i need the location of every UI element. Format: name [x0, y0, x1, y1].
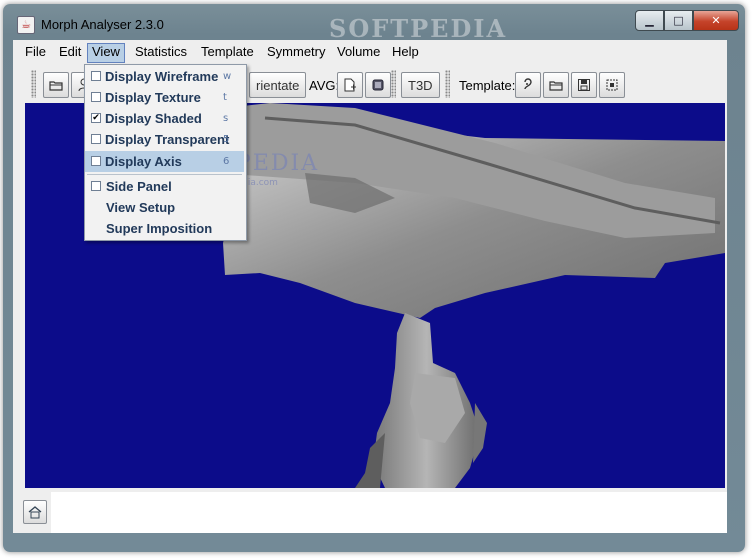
menu-template[interactable]: Template — [197, 44, 258, 62]
menu-item-label: Display Axis — [105, 154, 182, 169]
view-menu-item-side-panel[interactable]: Side Panel — [85, 176, 244, 197]
menu-item-label: View Setup — [106, 200, 176, 215]
close-button[interactable]: ✕ — [693, 10, 739, 31]
avg-save-button[interactable] — [365, 72, 391, 98]
checkbox-unchecked-icon — [91, 71, 101, 81]
menu-item-label: Display Texture — [105, 90, 201, 105]
view-menu-item-display-transparent[interactable]: Display Transparent 5 — [85, 129, 244, 150]
t3d-button[interactable]: T3D — [401, 72, 440, 98]
menu-item-label: Display Shaded — [105, 111, 202, 126]
avg-add-button[interactable] — [337, 72, 363, 98]
open-folder-button[interactable] — [43, 72, 69, 98]
java-app-icon: ☕ — [17, 16, 35, 34]
checkbox-unchecked-icon — [91, 156, 101, 166]
database-icon — [372, 79, 384, 91]
toolbar-grip[interactable] — [31, 70, 36, 98]
template-open-button[interactable] — [543, 72, 569, 98]
menu-edit[interactable]: Edit — [55, 44, 85, 62]
side-panel-area — [51, 492, 727, 533]
template-label: Template: — [459, 78, 516, 93]
checkbox-checked-icon: ✔ — [91, 113, 101, 123]
minimize-button[interactable]: ▁ — [635, 10, 664, 31]
title-bar[interactable]: ☕ Morph Analyser 2.3.0 SOFTPEDIA ▁ □ ✕ — [3, 4, 745, 43]
menu-item-label: Super Imposition — [106, 221, 213, 236]
home-button[interactable] — [23, 500, 47, 524]
open-folder-icon — [49, 81, 63, 91]
template-save-button[interactable] — [571, 72, 597, 98]
toolbar-grip[interactable] — [391, 70, 396, 98]
menu-view[interactable]: View — [87, 43, 125, 63]
toolbar-grip[interactable] — [445, 70, 450, 98]
view-menu-item-display-wireframe[interactable]: Display Wireframe w — [85, 66, 244, 87]
menu-item-shortcut: s — [223, 113, 229, 124]
menu-item-shortcut: w — [223, 71, 232, 82]
checkbox-unchecked-icon — [91, 92, 101, 102]
ear-icon — [524, 78, 532, 90]
menu-file[interactable]: File — [21, 44, 50, 62]
open-folder-icon — [549, 81, 563, 91]
view-menu-item-super-imposition[interactable]: Super Imposition — [85, 218, 244, 239]
status-bar — [13, 492, 727, 533]
menu-separator — [87, 174, 242, 175]
menu-item-label: Display Wireframe — [105, 69, 219, 84]
window-title: Morph Analyser 2.3.0 — [41, 17, 164, 32]
menu-bar: File Edit View Statistics Template Symme… — [13, 40, 727, 64]
checkbox-unchecked-icon — [91, 181, 101, 191]
menu-item-shortcut: t — [223, 92, 227, 103]
view-menu-item-display-texture[interactable]: Display Texture t — [85, 87, 244, 108]
menu-help[interactable]: Help — [388, 44, 423, 62]
menu-item-label: Side Panel — [106, 179, 172, 194]
view-menu-item-view-setup[interactable]: View Setup — [85, 197, 244, 218]
menu-statistics[interactable]: Statistics — [131, 44, 191, 62]
checkbox-unchecked-icon — [91, 134, 101, 144]
template-ear-button[interactable] — [515, 72, 541, 98]
view-menu-item-display-shaded[interactable]: ✔ Display Shaded s — [85, 108, 244, 129]
orientate-button[interactable]: rientate — [249, 72, 307, 98]
avg-label: AVG: — [309, 78, 340, 93]
maximize-button[interactable]: □ — [664, 10, 693, 31]
caption-buttons: ▁ □ ✕ — [635, 10, 739, 31]
title-watermark: SOFTPEDIA — [329, 14, 508, 43]
menu-item-shortcut: 5 — [223, 134, 230, 145]
document-add-icon — [344, 78, 356, 92]
view-menu-item-display-axis[interactable]: Display Axis 6 — [85, 151, 244, 172]
menu-volume[interactable]: Volume — [333, 44, 384, 62]
view-menu-dropdown: Display Wireframe w Display Texture t ✔ … — [84, 64, 247, 241]
template-select-button[interactable] — [599, 72, 625, 98]
menu-item-label: Display Transparent — [105, 132, 230, 147]
selection-icon — [606, 79, 618, 91]
menu-item-shortcut: 6 — [223, 156, 230, 167]
menu-symmetry[interactable]: Symmetry — [263, 44, 330, 62]
floppy-disk-icon — [578, 79, 590, 91]
home-icon — [28, 506, 42, 519]
